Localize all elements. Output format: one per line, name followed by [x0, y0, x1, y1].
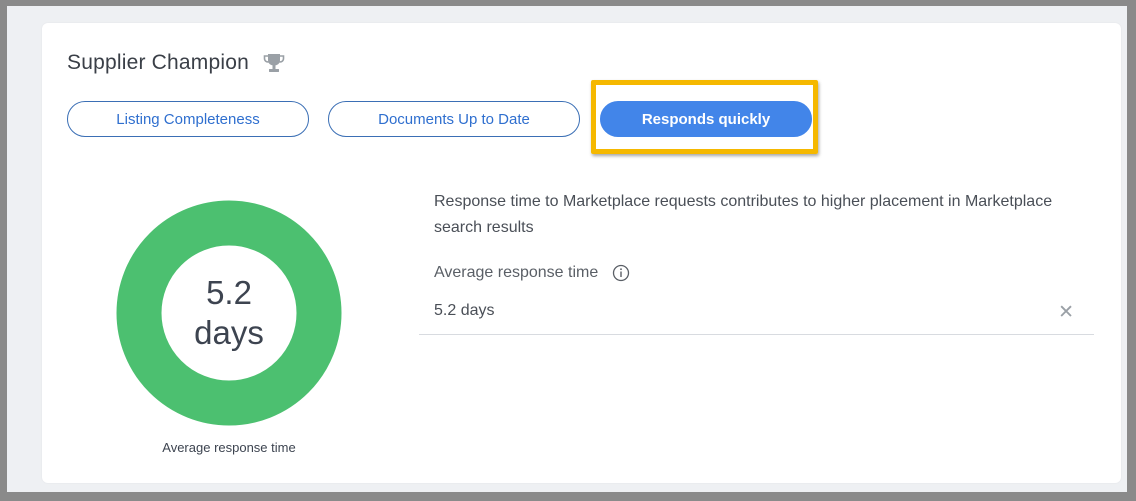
field-value: 5.2 days	[434, 302, 495, 319]
tab-listing-completeness[interactable]: Listing Completeness	[67, 101, 309, 137]
donut-caption: Average response time	[162, 440, 296, 455]
donut-value: 5.2	[206, 274, 252, 311]
card-title: Supplier Champion	[67, 51, 250, 74]
info-icon[interactable]	[612, 264, 630, 282]
supplier-champion-card: Supplier Champion Listing Completeness D…	[42, 23, 1121, 483]
field-label: Average response time	[434, 264, 599, 281]
screenshot-frame: Supplier Champion Listing Completeness D…	[0, 0, 1136, 501]
field-label-row: Average response time	[434, 264, 630, 282]
donut-unit: days	[194, 314, 264, 351]
card-header: Supplier Champion	[67, 51, 285, 75]
close-icon[interactable]: ✕	[1058, 301, 1074, 324]
average-response-time-field[interactable]: 5.2 days ✕	[419, 293, 1094, 335]
description-text: Response time to Marketplace requests co…	[434, 193, 1053, 236]
tab-responds-quickly[interactable]: Responds quickly	[600, 101, 812, 137]
response-time-donut: 5.2 days	[116, 200, 342, 426]
donut-center-label: 5.2 days	[116, 200, 342, 426]
trophy-icon	[263, 52, 285, 74]
tab-documents-up-to-date[interactable]: Documents Up to Date	[328, 101, 580, 137]
